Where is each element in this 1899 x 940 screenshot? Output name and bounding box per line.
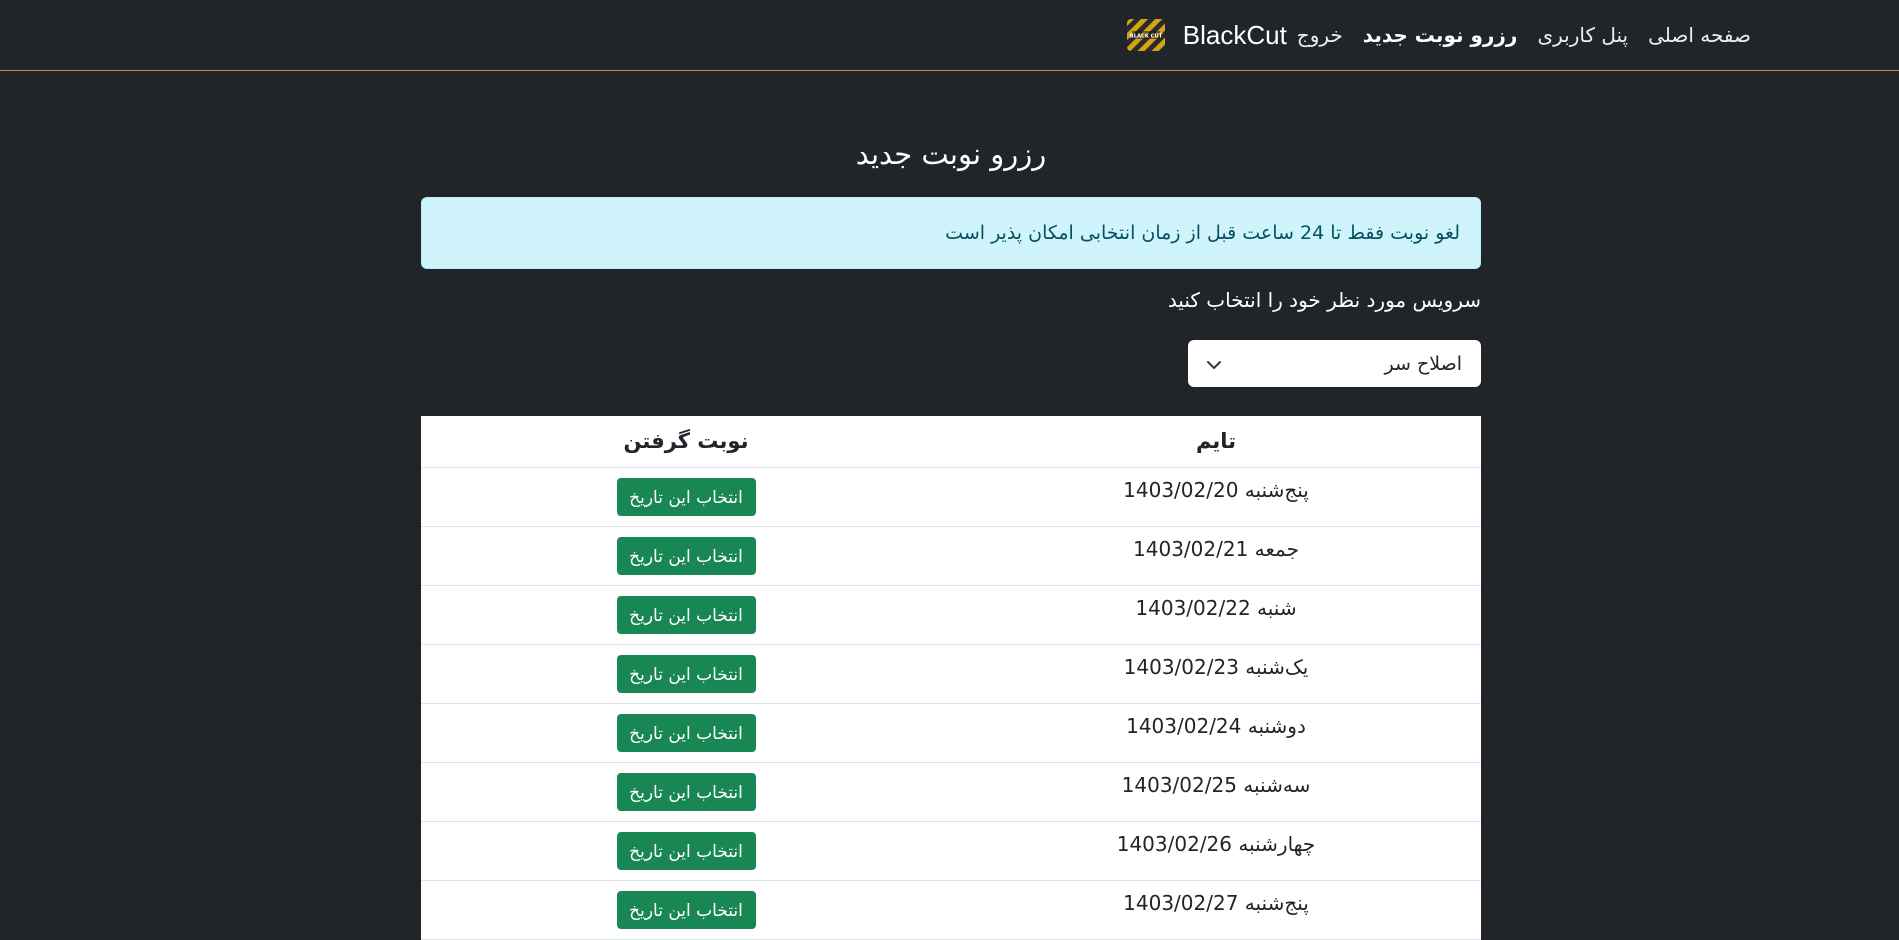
nav-link-new-booking[interactable]: رزرو نوبت جدید: [1353, 23, 1528, 47]
select-date-button[interactable]: انتخاب این تاریخ: [616, 654, 756, 693]
brand-name[interactable]: BlackCut: [1183, 20, 1287, 51]
select-date-button[interactable]: انتخاب این تاریخ: [616, 477, 756, 516]
table-row: پنج‌شنبه 1403/02/20 انتخاب این تاریخ: [421, 467, 1481, 527]
nav-link-home[interactable]: صفحه اصلی: [1638, 23, 1761, 47]
day-name: دوشنبه: [1247, 713, 1306, 738]
select-date-button[interactable]: انتخاب این تاریخ: [616, 595, 756, 634]
nav-links: صفحه اصلی پنل کاربری رزرو نوبت جدید خروج: [1287, 23, 1761, 47]
date-value: 1403/02/22: [1135, 595, 1251, 620]
day-name: پنج‌شنبه: [1244, 890, 1309, 915]
book-cell: انتخاب این تاریخ: [421, 585, 951, 645]
select-date-button[interactable]: انتخاب این تاریخ: [616, 536, 756, 575]
table-row: شنبه 1403/02/22 انتخاب این تاریخ: [421, 585, 1481, 645]
select-date-button[interactable]: انتخاب این تاریخ: [616, 713, 756, 752]
chevron-down-icon: [1206, 356, 1222, 372]
table-row: دوشنبه 1403/02/24 انتخاب این تاریخ: [421, 703, 1481, 763]
table-header-row: تایم نوبت گرفتن: [421, 416, 1481, 468]
book-cell: انتخاب این تاریخ: [421, 762, 951, 822]
date-value: 1403/02/27: [1123, 890, 1239, 915]
book-cell: انتخاب این تاریخ: [421, 880, 951, 940]
book-cell: انتخاب این تاریخ: [421, 644, 951, 704]
time-cell: دوشنبه 1403/02/24: [951, 703, 1481, 763]
slots-table: تایم نوبت گرفتن پنج‌شنبه 1403/02/20 انتخ…: [421, 416, 1481, 940]
day-name: چهارشنبه: [1238, 831, 1316, 856]
day-name: سه‌شنبه: [1243, 772, 1311, 797]
header-book: نوبت گرفتن: [421, 416, 951, 468]
date-value: 1403/02/20: [1123, 477, 1239, 502]
day-name: یک‌شنبه: [1245, 654, 1309, 679]
alert-text: لغو نوبت فقط تا 24 ساعت قبل از زمان انتخ…: [945, 222, 1460, 244]
date-value: 1403/02/25: [1121, 772, 1237, 797]
book-cell: انتخاب این تاریخ: [421, 703, 951, 763]
navbar-inner: BLACK CUT BlackCut صفحه اصلی پنل کاربری …: [1111, 0, 1761, 70]
time-cell: جمعه 1403/02/21: [951, 526, 1481, 586]
header-time: تایم: [951, 416, 1481, 468]
service-selected-value: اصلاح سر: [1384, 352, 1462, 375]
brand-link[interactable]: BLACK CUT BlackCut: [1126, 19, 1287, 51]
service-select[interactable]: اصلاح سر: [1188, 340, 1481, 387]
day-name: جمعه: [1254, 536, 1299, 561]
time-cell: سه‌شنبه 1403/02/25: [951, 762, 1481, 822]
nav-link-user-panel[interactable]: پنل کاربری: [1527, 23, 1638, 47]
table-row: یک‌شنبه 1403/02/23 انتخاب این تاریخ: [421, 644, 1481, 704]
service-label: سرویس مورد نظر خود را انتخاب کنید: [1167, 288, 1481, 312]
navbar: BLACK CUT BlackCut صفحه اصلی پنل کاربری …: [0, 0, 1899, 71]
time-cell: چهارشنبه 1403/02/26: [951, 821, 1481, 881]
time-cell: پنج‌شنبه 1403/02/27: [951, 880, 1481, 940]
book-cell: انتخاب این تاریخ: [421, 526, 951, 586]
time-cell: پنج‌شنبه 1403/02/20: [951, 467, 1481, 527]
time-cell: یک‌شنبه 1403/02/23: [951, 644, 1481, 704]
table-row: چهارشنبه 1403/02/26 انتخاب این تاریخ: [421, 821, 1481, 881]
info-alert: لغو نوبت فقط تا 24 ساعت قبل از زمان انتخ…: [421, 197, 1481, 269]
date-value: 1403/02/23: [1123, 654, 1239, 679]
book-cell: انتخاب این تاریخ: [421, 467, 951, 527]
blackcut-logo-icon: BLACK CUT: [1126, 19, 1165, 51]
time-cell: شنبه 1403/02/22: [951, 585, 1481, 645]
date-value: 1403/02/26: [1116, 831, 1233, 856]
page-title: رزرو نوبت جدید: [855, 137, 1047, 171]
book-cell: انتخاب این تاریخ: [421, 821, 951, 881]
table-row: پنج‌شنبه 1403/02/27 انتخاب این تاریخ: [421, 880, 1481, 940]
select-date-button[interactable]: انتخاب این تاریخ: [616, 772, 756, 811]
nav-link-logout[interactable]: خروج: [1287, 23, 1353, 47]
day-name: شنبه: [1257, 595, 1297, 620]
select-date-button[interactable]: انتخاب این تاریخ: [616, 890, 756, 929]
logo-text: BLACK CUT: [1130, 34, 1163, 40]
table-row: جمعه 1403/02/21 انتخاب این تاریخ: [421, 526, 1481, 586]
day-name: پنج‌شنبه: [1244, 477, 1309, 502]
date-value: 1403/02/21: [1133, 536, 1249, 561]
date-value: 1403/02/24: [1126, 713, 1242, 738]
select-date-button[interactable]: انتخاب این تاریخ: [616, 831, 756, 870]
table-row: سه‌شنبه 1403/02/25 انتخاب این تاریخ: [421, 762, 1481, 822]
